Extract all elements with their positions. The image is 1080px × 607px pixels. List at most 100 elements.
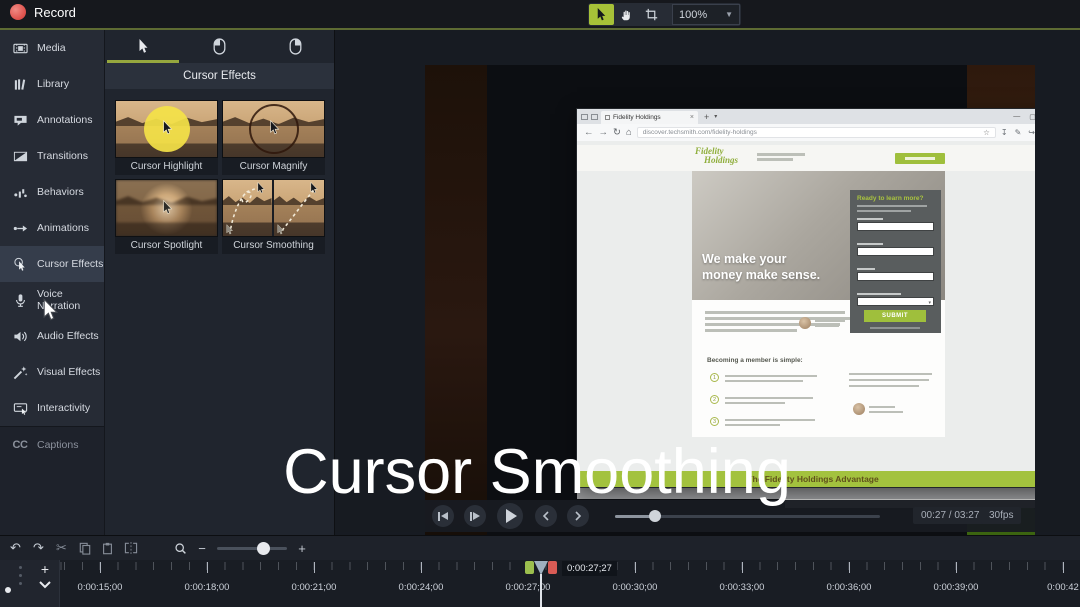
tab-right-click-effects[interactable] xyxy=(258,30,334,63)
previous-frame-button[interactable] xyxy=(432,505,454,527)
chevron-left-icon xyxy=(542,511,550,521)
favorites-icon: ↧ xyxy=(1001,128,1008,137)
monitor-cursor-icon xyxy=(12,400,28,416)
sidebar-item-media[interactable]: Media xyxy=(0,30,104,66)
window-icon xyxy=(581,114,588,120)
next-frame-button[interactable] xyxy=(464,505,486,527)
paragraph-bar xyxy=(849,385,919,387)
redo-button[interactable]: ↷ xyxy=(27,540,50,556)
hand-icon xyxy=(620,8,634,22)
sidebar-item-library[interactable]: Library xyxy=(0,66,104,102)
ruler-label: 0:00:36;00 xyxy=(827,582,872,593)
field-label-bar xyxy=(857,268,875,270)
cut-button[interactable]: ✂ xyxy=(50,540,73,556)
browser-nav-bar: ← → ↻ ⌂ discover.techsmith.com/fidelity-… xyxy=(577,124,1035,141)
sidebar-item-captions[interactable]: CC Captions xyxy=(0,427,104,463)
webpage-content: Fidelity Holdings We make your money mak… xyxy=(577,141,1035,487)
previous-clip-button[interactable] xyxy=(535,505,557,527)
track-header: + xyxy=(0,560,60,607)
chevron-down-icon: ▾ xyxy=(714,113,717,120)
tab-close-icon: × xyxy=(690,114,694,121)
sidebar-item-visual-effects[interactable]: Visual Effects xyxy=(0,354,104,390)
next-clip-button[interactable] xyxy=(567,505,589,527)
sidebar-item-audio-effects[interactable]: Audio Effects xyxy=(0,318,104,354)
interest-select: ▾ xyxy=(857,297,934,306)
cursor-arrow-icon xyxy=(269,120,280,136)
sidebar-item-behaviors[interactable]: Behaviors xyxy=(0,174,104,210)
mouse-left-click-icon xyxy=(213,38,226,55)
form-text-bar xyxy=(857,205,927,207)
step-text-bar xyxy=(725,375,817,377)
site-header: Fidelity Holdings xyxy=(577,145,1035,171)
effect-cursor-highlight[interactable]: Cursor Highlight xyxy=(115,100,218,175)
undo-button[interactable]: ↶ xyxy=(4,540,27,556)
step-number: 2 xyxy=(710,395,719,404)
copy-button[interactable] xyxy=(73,542,96,555)
effect-cursor-spotlight[interactable]: Cursor Spotlight xyxy=(115,179,218,254)
ruler-major-tick xyxy=(421,562,422,573)
record-button[interactable]: Record xyxy=(10,4,76,20)
animation-arrow-icon xyxy=(12,220,28,236)
playhead-in-handle[interactable] xyxy=(525,561,534,574)
sidebar-item-animations[interactable]: Animations xyxy=(0,210,104,246)
step-text-bar xyxy=(725,402,785,404)
sidebar-bottom-section: CC Captions xyxy=(0,426,104,535)
pointer-tool-button[interactable] xyxy=(589,4,614,25)
playhead-scrubber[interactable] xyxy=(534,561,548,575)
cursor-arrow-icon xyxy=(310,182,319,195)
field-label-bar xyxy=(857,218,883,220)
timeline[interactable]: + 0:00:15;00 0:00:18;00 0:00:21;00 0:00:… xyxy=(0,560,1080,607)
playhead[interactable]: 0:00:27;27 xyxy=(525,560,559,607)
step-number: 1 xyxy=(710,373,719,382)
crop-tool-button[interactable] xyxy=(639,4,664,25)
form-footnote-bar xyxy=(870,327,920,329)
pan-tool-button[interactable] xyxy=(614,4,639,25)
track-options-dot xyxy=(19,574,22,577)
effects-grid: Cursor Highlight Cursor Magnify xyxy=(105,89,334,265)
add-track-button[interactable]: + xyxy=(36,561,54,577)
step-text-bar xyxy=(725,380,803,382)
sidebar-item-label: Transitions xyxy=(37,150,88,162)
zoom-in-button[interactable]: + xyxy=(295,541,309,556)
tab-left-click-effects[interactable] xyxy=(181,30,257,63)
step-text-bar xyxy=(725,397,813,399)
smooth-path-half xyxy=(274,180,325,236)
sidebar-item-interactivity[interactable]: Interactivity xyxy=(0,390,104,426)
url-text: discover.techsmith.com/fidelity-holdings xyxy=(643,129,980,136)
effect-cursor-magnify[interactable]: Cursor Magnify xyxy=(222,100,325,175)
browser-tab: Fidelity Holdings × xyxy=(601,111,698,124)
mouse-pointer-icon xyxy=(42,298,59,322)
zoom-level-value: 100% xyxy=(679,9,707,21)
pointer-icon xyxy=(595,7,608,23)
refresh-icon: ↻ xyxy=(613,127,621,138)
effect-label: Cursor Highlight xyxy=(115,158,218,175)
sidebar-item-annotations[interactable]: Annotations xyxy=(0,102,104,138)
field-label-bar xyxy=(857,293,901,295)
zoom-out-button[interactable]: − xyxy=(195,541,209,556)
sidebar-item-label: Visual Effects xyxy=(37,366,100,378)
playback-fps: 30fps xyxy=(981,507,1021,524)
magic-wand-icon xyxy=(12,364,28,380)
new-tab-icon: + xyxy=(704,112,709,122)
tab-cursor-effects[interactable] xyxy=(105,30,181,63)
cursor-highlight-thumbnail xyxy=(115,100,218,158)
split-button[interactable] xyxy=(119,542,142,554)
cursor-arrow-icon xyxy=(137,38,150,55)
playhead-out-handle[interactable] xyxy=(548,561,557,574)
forward-icon: → xyxy=(599,127,609,138)
playback-time: 00:27 / 03:27 xyxy=(913,507,987,524)
sidebar-item-transitions[interactable]: Transitions xyxy=(0,138,104,174)
effect-cursor-smoothing[interactable]: Cursor Smoothing xyxy=(222,179,325,254)
scrub-slider-handle[interactable] xyxy=(649,510,661,522)
ruler-label: 0:00:42 xyxy=(1047,582,1079,593)
sidebar-item-cursor-effects[interactable]: Cursor Effects xyxy=(0,246,104,282)
timeline-zoom-handle[interactable] xyxy=(257,542,270,555)
zoom-level-dropdown[interactable]: 100% ▼ xyxy=(672,4,740,25)
timeline-zoom-slider[interactable] xyxy=(217,547,287,550)
field-label-bar xyxy=(857,243,883,245)
sidebar-item-label: Audio Effects xyxy=(37,330,99,342)
sidebar-item-label: Animations xyxy=(37,222,89,234)
collapse-tracks-chevron-icon[interactable] xyxy=(38,580,52,589)
cursor-effects-icon xyxy=(12,256,28,272)
paste-button[interactable] xyxy=(96,542,119,555)
